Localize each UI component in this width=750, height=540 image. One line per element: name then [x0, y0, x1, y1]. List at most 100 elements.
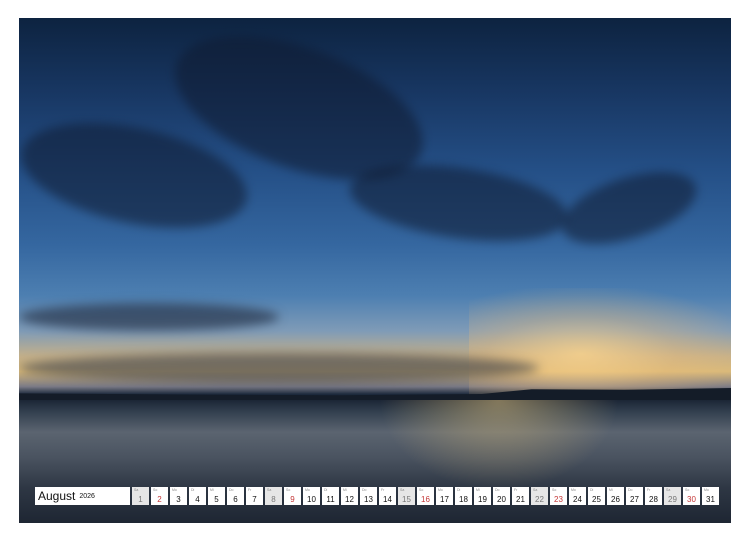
day-cell: Mi 26 [607, 487, 624, 505]
day-number: 29 [668, 495, 677, 504]
day-number: 10 [307, 495, 316, 504]
lake-sunset-photo [19, 18, 731, 523]
day-of-week-label: Fr [248, 488, 252, 492]
day-number: 18 [459, 495, 468, 504]
day-cell: So 2 [151, 487, 168, 505]
cloud [19, 303, 279, 331]
day-number: 21 [516, 495, 525, 504]
day-cell: Do 27 [626, 487, 643, 505]
day-cell: So 23 [550, 487, 567, 505]
day-of-week-label: Fr [514, 488, 518, 492]
day-of-week-label: Mo [305, 488, 310, 492]
day-cell: Fr 7 [246, 487, 263, 505]
day-of-week-label: Do [495, 488, 500, 492]
day-number: 27 [630, 495, 639, 504]
day-of-week-label: So [419, 488, 424, 492]
day-number: 20 [497, 495, 506, 504]
day-number: 19 [478, 495, 487, 504]
day-number: 31 [706, 495, 715, 504]
day-number: 11 [326, 495, 335, 504]
day-number: 13 [364, 495, 373, 504]
day-of-week-label: Fr [381, 488, 385, 492]
day-cell: Sa 1 [132, 487, 149, 505]
day-number: 4 [195, 495, 200, 504]
day-number: 15 [402, 495, 411, 504]
day-cell: Mo 31 [702, 487, 719, 505]
day-cell: Mi 5 [208, 487, 225, 505]
day-number: 6 [233, 495, 238, 504]
day-cell: So 30 [683, 487, 700, 505]
day-cell: Mo 3 [170, 487, 187, 505]
day-number: 2 [157, 495, 162, 504]
day-cell: Fr 28 [645, 487, 662, 505]
day-cell: Di 25 [588, 487, 605, 505]
day-of-week-label: Mo [704, 488, 709, 492]
day-cell: Mo 10 [303, 487, 320, 505]
water-reflection [379, 400, 619, 490]
day-cell: Sa 29 [664, 487, 681, 505]
day-of-week-label: Do [628, 488, 633, 492]
day-cell: Do 6 [227, 487, 244, 505]
day-cell: Mi 19 [474, 487, 491, 505]
day-cell: Sa 22 [531, 487, 548, 505]
day-cell: Do 13 [360, 487, 377, 505]
day-of-week-label: Do [362, 488, 367, 492]
day-of-week-label: Mi [343, 488, 347, 492]
day-of-week-label: Do [229, 488, 234, 492]
day-cell: Di 11 [322, 487, 339, 505]
day-of-week-label: So [685, 488, 690, 492]
month-name: August [38, 489, 76, 503]
day-cell: Mo 17 [436, 487, 453, 505]
day-number: 7 [252, 495, 257, 504]
day-number: 23 [554, 495, 563, 504]
day-of-week-label: Mo [571, 488, 576, 492]
sunset-glow [469, 288, 731, 398]
day-number: 25 [592, 495, 601, 504]
day-number: 30 [687, 495, 696, 504]
day-of-week-label: Sa [666, 488, 671, 492]
day-cell: Di 18 [455, 487, 472, 505]
day-cell: Fr 14 [379, 487, 396, 505]
day-of-week-label: Fr [647, 488, 651, 492]
day-cells: Sa 1 So 2 Mo 3 Di 4 Mi 5 Do 6 Fr 7 Sa 8 So 9 Mo 10 Di 11 Mi 12 D… [132, 487, 719, 505]
day-cell: Mi 12 [341, 487, 358, 505]
day-of-week-label: Mi [609, 488, 613, 492]
day-of-week-label: Di [457, 488, 461, 492]
day-cell: Fr 21 [512, 487, 529, 505]
day-of-week-label: Di [191, 488, 195, 492]
day-of-week-label: Mi [476, 488, 480, 492]
day-number: 14 [383, 495, 392, 504]
cloud [553, 157, 705, 259]
calendar-strip: August 2026 Sa 1 So 2 Mo 3 Di 4 Mi 5 Do 6 Fr 7 Sa 8 So 9 M… [35, 487, 719, 505]
day-cell: Mo 24 [569, 487, 586, 505]
day-of-week-label: Mi [210, 488, 214, 492]
day-number: 26 [611, 495, 620, 504]
day-cell: So 16 [417, 487, 434, 505]
day-number: 3 [176, 495, 181, 504]
day-cell: Sa 8 [265, 487, 282, 505]
year-label: 2026 [79, 492, 95, 500]
day-number: 16 [421, 495, 430, 504]
cloud [19, 353, 539, 383]
day-number: 5 [214, 495, 219, 504]
day-of-week-label: Di [590, 488, 594, 492]
day-number: 24 [573, 495, 582, 504]
day-number: 22 [535, 495, 544, 504]
day-cell: Di 4 [189, 487, 206, 505]
day-of-week-label: Sa [533, 488, 538, 492]
day-of-week-label: Mo [438, 488, 443, 492]
day-number: 28 [649, 495, 658, 504]
month-label-box: August 2026 [35, 487, 130, 505]
day-number: 9 [290, 495, 295, 504]
day-of-week-label: So [286, 488, 291, 492]
day-of-week-label: So [153, 488, 158, 492]
cloud [345, 153, 573, 253]
day-of-week-label: So [552, 488, 557, 492]
day-cell: Sa 15 [398, 487, 415, 505]
day-of-week-label: Sa [134, 488, 139, 492]
day-cell: Do 20 [493, 487, 510, 505]
day-of-week-label: Di [324, 488, 328, 492]
day-number: 8 [271, 495, 276, 504]
day-cell: So 9 [284, 487, 301, 505]
day-of-week-label: Sa [400, 488, 405, 492]
